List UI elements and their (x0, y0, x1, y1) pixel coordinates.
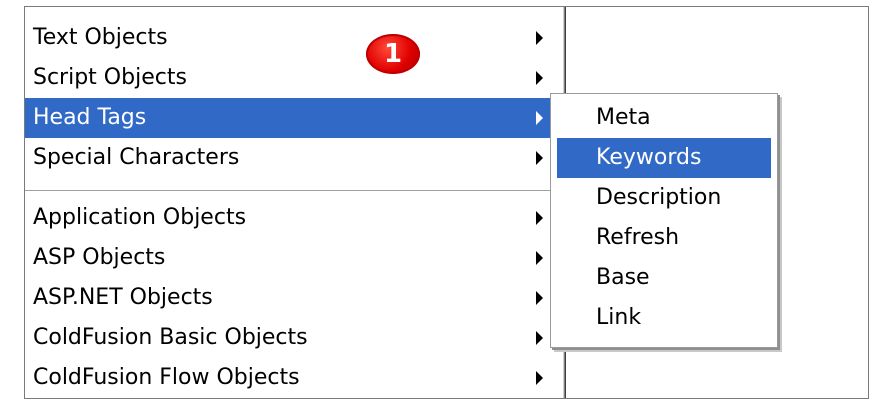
menu-item-coldfusion-basic-objects[interactable]: ColdFusion Basic Objects (25, 318, 563, 358)
menu-item-head-tags[interactable]: Head Tags (25, 98, 563, 138)
menu-item-script-objects[interactable]: Script Objects (25, 58, 563, 98)
submenu-arrow-icon (536, 251, 543, 265)
menu-separator (25, 190, 563, 192)
menu-item-label: Special Characters (33, 145, 240, 170)
menu-item-label: Application Objects (33, 205, 247, 230)
submenu-arrow-icon (536, 371, 543, 385)
menu-item-special-characters[interactable]: Special Characters (25, 138, 563, 178)
submenu-item-link[interactable]: Link (557, 298, 771, 338)
head-tags-submenu: Meta Keywords Description Refresh Base L… (550, 93, 778, 348)
menu-item-label: ASP Objects (33, 245, 166, 270)
menu-item-label: ColdFusion Flow Objects (33, 365, 300, 390)
menu-item-label: ASP.NET Objects (33, 285, 213, 310)
submenu-item-keywords[interactable]: Keywords (557, 138, 771, 178)
menu-item-label: Text Objects (33, 25, 168, 50)
menu-item-application-objects[interactable]: Application Objects (25, 198, 563, 238)
submenu-item-description[interactable]: Description (557, 178, 771, 218)
menu-item-aspnet-objects[interactable]: ASP.NET Objects (25, 278, 563, 318)
submenu-item-meta[interactable]: Meta (557, 98, 771, 138)
submenu-arrow-icon (536, 211, 543, 225)
menu-item-text-objects[interactable]: Text Objects (25, 18, 563, 58)
submenu-arrow-icon (536, 291, 543, 305)
submenu-arrow-icon (536, 31, 543, 45)
menu-item-label: Head Tags (33, 105, 147, 130)
submenu-arrow-icon (536, 111, 543, 125)
submenu-arrow-icon (536, 331, 543, 345)
submenu-arrow-icon (536, 151, 543, 165)
menu-item-label: ColdFusion Basic Objects (33, 325, 308, 350)
menu-item-coldfusion-flow-objects[interactable]: ColdFusion Flow Objects (25, 358, 563, 398)
submenu-item-refresh[interactable]: Refresh (557, 218, 771, 258)
menu-item-label: Script Objects (33, 65, 187, 90)
insert-menu: Text Objects Script Objects Head Tags Sp… (25, 7, 563, 398)
submenu-item-base[interactable]: Base (557, 258, 771, 298)
menu-item-asp-objects[interactable]: ASP Objects (25, 238, 563, 278)
step-callout-badge: 1 (366, 34, 420, 74)
submenu-arrow-icon (536, 71, 543, 85)
